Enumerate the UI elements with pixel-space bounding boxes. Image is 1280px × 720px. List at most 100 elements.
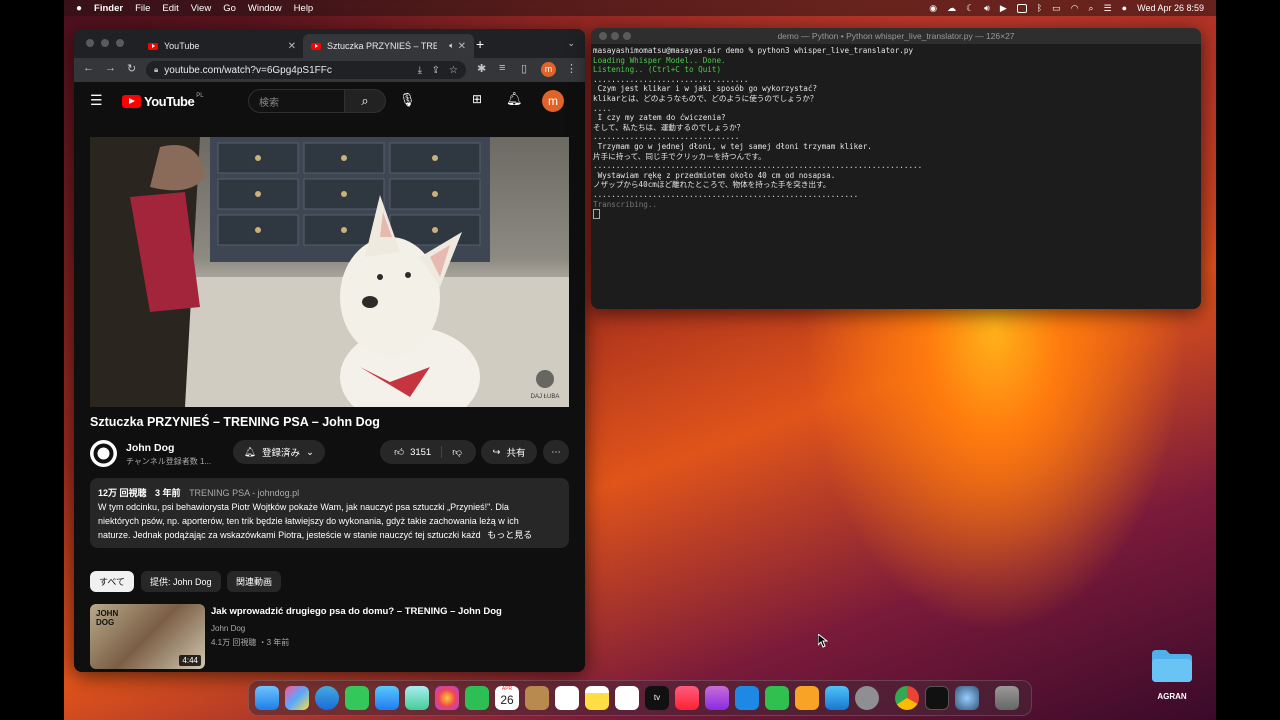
keynote-icon[interactable] (735, 686, 759, 710)
recommended-channel[interactable]: John Dog (211, 624, 245, 633)
channel-name[interactable]: John Dog (126, 442, 174, 454)
side-panel-icon[interactable]: ▯ (521, 62, 527, 75)
photos-icon[interactable] (435, 686, 459, 710)
notifications-bell-icon[interactable]: 🔔︎ (506, 91, 523, 107)
like-button[interactable]: 👍︎ 3151 (394, 446, 443, 458)
user-icon[interactable]: ● (1122, 3, 1127, 13)
pages-icon[interactable] (795, 686, 819, 710)
music-icon[interactable] (675, 686, 699, 710)
menu-app-name[interactable]: Finder (94, 3, 123, 14)
freeform-icon[interactable] (615, 686, 639, 710)
facetime-icon[interactable] (465, 686, 489, 710)
reload-icon[interactable]: ↻ (127, 62, 136, 75)
apple-icon[interactable]: ● (76, 3, 82, 14)
menu-edit[interactable]: Edit (162, 3, 178, 14)
menu-clock[interactable]: Wed Apr 26 8:59 (1137, 3, 1204, 13)
terminal-title: demo — Python • Python whisper_live_tran… (777, 31, 1015, 41)
tab-search-icon[interactable]: ⌄ (567, 38, 575, 49)
channel-avatar[interactable] (90, 440, 117, 467)
menu-view[interactable]: View (191, 3, 211, 14)
profile-avatar[interactable]: m (541, 62, 556, 77)
menu-go[interactable]: Go (223, 3, 236, 14)
terminal-line: Transcribing.. (593, 199, 658, 209)
youtube-logo[interactable]: YouTube PL (122, 93, 204, 109)
menu-help[interactable]: Help (294, 3, 314, 14)
finder-icon[interactable] (255, 686, 279, 710)
creative-cloud-icon[interactable]: ☁ (947, 3, 956, 14)
terminal-icon[interactable] (925, 686, 949, 710)
play-icon[interactable]: ▶ (1000, 3, 1007, 14)
video-description[interactable]: 12万 回視聴 3 年前 TRENING PSA - johndog.pl W … (90, 478, 569, 548)
volume-icon[interactable]: 🔊︎ (984, 3, 990, 14)
calendar-icon[interactable]: APR 26 (495, 686, 519, 710)
more-actions-button[interactable]: ⋯ (543, 440, 569, 464)
reminders-icon[interactable] (555, 686, 579, 710)
share-button[interactable]: ↪ 共有 (481, 440, 537, 464)
spotlight-icon[interactable]: ⌕ (1089, 3, 1094, 14)
system-settings-icon[interactable] (855, 686, 879, 710)
reading-list-icon[interactable]: ≡ (499, 62, 505, 74)
battery-icon[interactable]: ▭ (1052, 3, 1061, 14)
zoom-window-icon[interactable] (623, 32, 631, 40)
voice-search-icon[interactable]: 🎙︎ (399, 92, 416, 108)
desktop-folder[interactable]: AGRAN (1152, 650, 1192, 701)
install-app-icon[interactable]: ⤓ (418, 65, 422, 76)
search-input[interactable]: 検索 (248, 89, 344, 113)
contacts-icon[interactable] (525, 686, 549, 710)
audio-playing-icon[interactable]: 🔈︎ (449, 41, 454, 51)
recommended-title[interactable]: Jak wprowadzić drugiego psa do domu? – T… (211, 606, 561, 617)
new-tab-icon[interactable]: + (476, 36, 484, 52)
close-tab-icon[interactable]: ✕ (458, 41, 466, 52)
chrome-menu-icon[interactable]: ⋮ (566, 62, 577, 75)
show-more-link[interactable]: もっと見る (487, 530, 532, 540)
create-video-icon[interactable]: ⊞ (472, 92, 482, 106)
wifi-icon[interactable]: ◠ (1071, 3, 1079, 14)
bluetooth-icon[interactable]: ᛒ (1037, 3, 1042, 13)
chip-from-channel[interactable]: 提供: John Dog (141, 571, 221, 592)
search-button[interactable]: ⌕ (344, 89, 386, 113)
menu-file[interactable]: File (135, 3, 150, 14)
menu-window[interactable]: Window (248, 3, 282, 14)
launchpad-icon[interactable] (285, 686, 309, 710)
minimize-window-icon[interactable] (611, 32, 619, 40)
safari-icon[interactable] (315, 686, 339, 710)
close-window-icon[interactable] (599, 32, 607, 40)
video-player[interactable]: DAJ ŁUBA (90, 137, 569, 407)
close-window-icon[interactable] (86, 39, 94, 47)
notes-icon[interactable] (585, 686, 609, 710)
recommended-thumbnail[interactable]: JOHN DOG 4:44 (90, 604, 205, 669)
share-page-icon[interactable]: ⇪ (432, 65, 440, 76)
close-tab-icon[interactable]: ✕ (288, 41, 296, 52)
messages-icon[interactable] (345, 686, 369, 710)
control-center-icon[interactable]: ☰ (1104, 3, 1112, 14)
account-avatar[interactable]: m (542, 90, 564, 112)
chip-related[interactable]: 関連動画 (227, 571, 282, 592)
extensions-icon[interactable]: ✱ (477, 62, 486, 75)
subscribed-button[interactable]: 🔔︎ 登録済み ⌄ (233, 440, 325, 464)
back-icon[interactable]: ← (83, 62, 94, 74)
zoom-window-icon[interactable] (116, 39, 124, 47)
trash-icon[interactable] (995, 686, 1019, 710)
terminal-window[interactable]: demo — Python • Python whisper_live_tran… (591, 28, 1201, 309)
thumbs-down-icon[interactable]: 👎︎ (452, 446, 462, 458)
mail-icon[interactable] (375, 686, 399, 710)
focus-moon-icon[interactable]: ☾ (966, 3, 974, 14)
apple-tv-icon[interactable]: tv (645, 686, 669, 710)
hamburger-menu-icon[interactable]: ☰ (90, 92, 103, 109)
address-bar[interactable]: 🔒︎ youtube.com/watch?v=6Gpg4pS1FFc ⤓ ⇪ ☆ (146, 61, 466, 79)
terminal-line: klikarとは、どのようなもので、どのように使うのでしょうか？ (593, 93, 818, 103)
tab-youtube[interactable]: YouTube ✕ (140, 34, 304, 58)
maps-icon[interactable] (405, 686, 429, 710)
app-store-icon[interactable] (825, 686, 849, 710)
record-icon[interactable]: ◉ (929, 3, 937, 14)
numbers-icon[interactable] (765, 686, 789, 710)
bookmark-star-icon[interactable]: ☆ (449, 65, 458, 76)
screen-recorder-icon[interactable] (955, 686, 979, 710)
podcasts-icon[interactable] (705, 686, 729, 710)
chip-all[interactable]: すべて (90, 571, 135, 592)
input-source-icon[interactable] (1016, 3, 1027, 13)
chrome-icon[interactable] (895, 686, 919, 710)
minimize-window-icon[interactable] (101, 39, 109, 47)
tab-video[interactable]: Sztuczka PRZYNIEŚ – TRE 🔈︎ ✕ (303, 34, 474, 58)
forward-icon[interactable]: → (105, 62, 116, 74)
